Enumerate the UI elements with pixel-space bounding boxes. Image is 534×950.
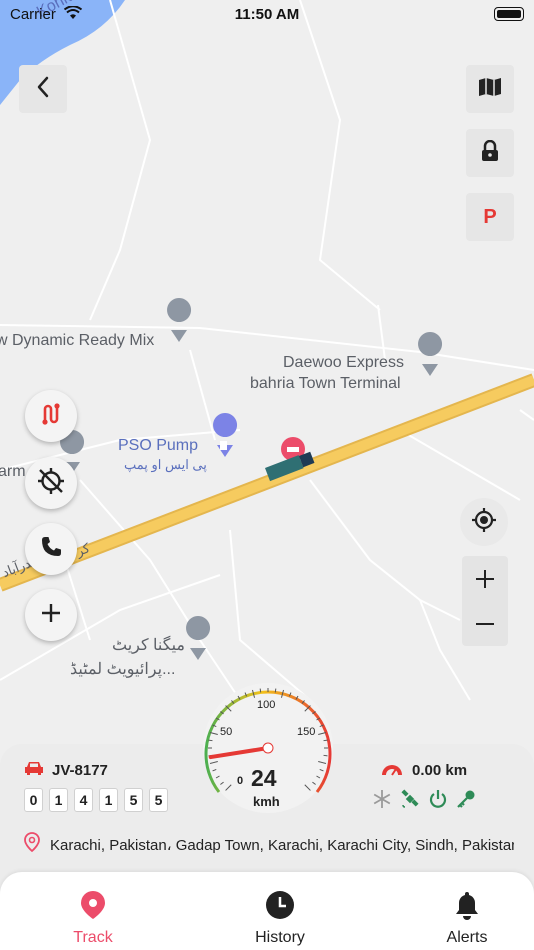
speed-tick-mark (220, 781, 224, 785)
speed-tick-mark (319, 768, 324, 772)
plus-icon (40, 602, 62, 629)
speed-tick-0: 0 (237, 775, 244, 787)
chevron-left-icon (36, 76, 50, 103)
speed-tick-mark (312, 781, 316, 785)
plate-row: JV-8177 (24, 760, 108, 781)
distance-value: 0.00 km (412, 762, 468, 779)
back-button[interactable] (19, 65, 67, 113)
lock-icon (481, 139, 499, 167)
map-view[interactable]: Konkar Nadi w Dynamic Ready Mix Daewoo E… (0, 0, 534, 760)
route-icon (38, 401, 64, 432)
speed-tick-mark (209, 760, 218, 765)
address-text: Karachi, Pakistan، Gadap Town, Karachi, … (50, 836, 514, 854)
snowflake-icon (368, 788, 396, 810)
nav-alerts[interactable]: Alerts (412, 890, 522, 947)
location-pin-icon (80, 890, 106, 925)
odometer-digit: 1 (99, 788, 118, 812)
distance-row: 0.00 km (380, 760, 467, 781)
crosshair-icon (471, 507, 497, 538)
my-location-button[interactable] (460, 498, 508, 546)
zoom-out-icon (476, 622, 494, 625)
map-label-megna-line2: پرائیویٹ لمٹیڈ... (70, 661, 176, 678)
odometer-digit: 5 (124, 788, 143, 812)
phone-icon (39, 535, 63, 564)
speed-tick-mark (208, 739, 213, 742)
map-icon (478, 77, 502, 102)
parking-label: P (483, 205, 497, 228)
map-label-arm: arm (0, 463, 26, 480)
speed-tick-mark (209, 731, 218, 736)
location-pin-icon (24, 832, 40, 857)
speedometer: 50 100 150 0 24 kmh (203, 683, 333, 813)
app-root: Konkar Nadi w Dynamic Ready Mix Daewoo E… (0, 0, 534, 950)
map-label-pso-pump: PSO Pump (118, 437, 199, 454)
speed-tick-mark (323, 739, 328, 742)
zoom-in-button[interactable] (462, 556, 508, 601)
map-label-daewoo: Daewoo Express (283, 354, 404, 371)
speed-tick-50: 50 (220, 726, 233, 738)
speed-tick-mark (215, 775, 220, 779)
speed-tick-150: 150 (297, 726, 316, 738)
speed-tick-mark (323, 754, 328, 757)
battery-icon (494, 7, 524, 21)
speed-tick-mark (304, 784, 311, 791)
speed-tick-mark (225, 784, 232, 791)
speed-tick-mark (212, 768, 217, 772)
lock-button[interactable] (466, 129, 514, 177)
gps-off-icon (36, 466, 66, 501)
vehicle-plate: JV-8177 (52, 762, 108, 779)
route-button[interactable] (25, 390, 77, 442)
add-button[interactable] (25, 589, 77, 641)
map-label-dynamic-ready-mix: w Dynamic Ready Mix (0, 332, 155, 349)
map-label-bahria-terminal: bahria Town Terminal (250, 375, 401, 392)
gps-off-button[interactable] (25, 457, 77, 509)
odometer-digit: 5 (149, 788, 168, 812)
speed-unit: kmh (253, 794, 280, 809)
bottom-nav: Track History Alerts (0, 872, 534, 950)
zoom-in-icon (476, 569, 494, 588)
satellite-icon (396, 788, 424, 810)
zoom-out-button[interactable] (462, 601, 508, 646)
speed-tick-mark (259, 688, 262, 693)
zoom-controls (462, 556, 508, 646)
call-button[interactable] (25, 523, 77, 575)
status-icons (368, 788, 480, 810)
speed-tick-mark (318, 760, 327, 765)
nav-track-label: Track (73, 929, 113, 946)
speed-tick-mark (274, 688, 277, 693)
map-label-megna-line1: میگنا کریٹ (112, 637, 185, 654)
odometer-gauge-icon (380, 760, 404, 781)
map-label-pso-urdu: پی ایس او پمپ (124, 457, 207, 472)
map-type-button[interactable] (466, 65, 514, 113)
address-row: Karachi, Pakistan، Gadap Town, Karachi, … (24, 832, 514, 857)
odometer-digit: 4 (74, 788, 93, 812)
odometer-digit: 1 (49, 788, 68, 812)
power-icon (424, 788, 452, 810)
key-icon (452, 788, 480, 810)
nav-track[interactable]: Track (38, 890, 148, 947)
status-bar: Carrier 11:50 AM (0, 0, 534, 30)
clock-time: 11:50 AM (234, 6, 300, 23)
speed-tick-100: 100 (257, 699, 276, 711)
speed-needle (208, 746, 270, 760)
odometer-digit: 0 (24, 788, 43, 812)
clock-icon (265, 890, 295, 925)
parking-button[interactable]: P (466, 193, 514, 241)
odometer: 0 1 4 1 5 5 (24, 788, 174, 812)
nav-history-label: History (255, 929, 305, 946)
nav-alerts-label: Alerts (446, 929, 488, 946)
speed-tick-mark (316, 775, 321, 779)
car-icon (24, 760, 44, 781)
bell-icon (452, 890, 482, 925)
speed-value: 24 (251, 765, 277, 791)
nav-history[interactable]: History (225, 890, 335, 947)
speed-tick-mark (318, 731, 327, 736)
